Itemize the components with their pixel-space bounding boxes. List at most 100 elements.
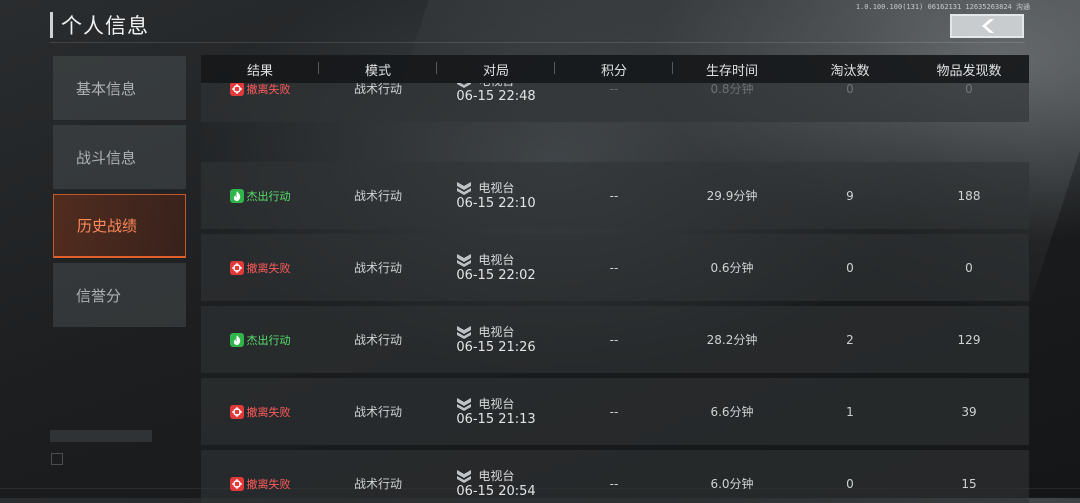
match-date: 06-15 20:54	[456, 483, 536, 499]
match-map: 电视台	[456, 396, 535, 412]
title-accent-bar	[50, 12, 53, 38]
rank-chevron-icon	[457, 83, 472, 88]
result-label: 撤离失败	[246, 261, 291, 275]
rank-chevron-icon	[457, 181, 472, 195]
survival-time-cell: 6.0分钟	[710, 477, 754, 491]
rank-chevron-icon	[457, 469, 472, 483]
header-result: 结果	[201, 60, 319, 79]
rank-chevron-icon	[457, 397, 472, 411]
score-cell: --	[609, 188, 619, 203]
score-cell: --	[609, 332, 619, 347]
kills-cell: 0	[846, 83, 854, 96]
score-cell: --	[609, 83, 619, 96]
rank-chevron-icon	[457, 325, 472, 339]
map-name: 电视台	[478, 324, 515, 339]
match-map: 电视台	[456, 468, 535, 484]
match-date: 06-15 22:10	[456, 195, 536, 211]
survival-time-cell: 6.6分钟	[710, 405, 754, 419]
header-survival-time: 生存时间	[705, 63, 758, 79]
result-cell: 撤离失败	[201, 476, 319, 492]
table-row[interactable]: 杰出行动 战术行动 电视台 06-15 21:26 -- 28.2分钟 2 12…	[201, 306, 1029, 373]
background-faint-panel	[50, 430, 152, 442]
items-found-cell: 188	[957, 188, 981, 203]
result-cell: 撤离失败	[201, 260, 319, 276]
header-kills: 淘汰数	[830, 63, 870, 79]
items-found-cell: 129	[957, 332, 981, 347]
match-history-table: 结果 模式 对局 积分 生存时间 淘汰数 物品发现数 撤离失败 战术行动 电视台	[201, 55, 1029, 503]
result-badge: 杰出行动	[229, 188, 291, 204]
match-date: 06-15 22:02	[456, 267, 536, 283]
result-label: 杰出行动	[246, 189, 291, 203]
header-items-found: 物品发现数	[936, 63, 1002, 79]
flame-icon	[229, 332, 244, 347]
table-row[interactable]: 撤离失败 战术行动 电视台 06-15 21:13 -- 6.6分钟 1 39	[201, 378, 1029, 445]
match-map: 电视台	[456, 252, 535, 268]
result-label: 杰出行动	[246, 333, 291, 347]
header-score: 积分	[555, 60, 673, 79]
result-badge: 撤离失败	[229, 476, 291, 492]
map-name: 电视台	[478, 396, 515, 411]
survival-time-cell: 0.6分钟	[710, 261, 754, 275]
mode-cell: 战术行动	[353, 189, 402, 203]
sidebar: 基本信息 战斗信息 历史战绩 信誉分	[53, 56, 186, 332]
flame-icon	[229, 188, 244, 203]
survival-time-cell: 29.9分钟	[706, 189, 758, 203]
table-row[interactable]: 撤离失败 战术行动 电视台 06-15 22:02 -- 0.6分钟 0 0	[201, 234, 1029, 301]
crosshair-icon	[229, 404, 244, 419]
match-map: 电视台	[456, 324, 535, 340]
mode-cell: 战术行动	[353, 405, 402, 419]
header-mode: 模式	[319, 60, 437, 79]
table-row[interactable]: 杰出行动 战术行动 电视台 06-15 22:10 -- 29.9分钟 9 18…	[201, 162, 1029, 229]
match-map: 电视台	[456, 180, 535, 196]
crosshair-icon	[229, 260, 244, 275]
items-found-cell: 0	[965, 260, 973, 275]
back-button[interactable]	[950, 14, 1024, 38]
result-label: 撤离失败	[246, 83, 291, 96]
match-date: 06-15 21:26	[456, 339, 536, 355]
table-row[interactable]: 撤离失败 战术行动 电视台 06-15 22:48 -- 0.8分钟 0 0	[201, 83, 1029, 122]
match-date: 06-15 21:13	[456, 411, 536, 427]
kills-cell: 9	[846, 188, 854, 203]
items-found-cell: 0	[965, 83, 973, 96]
score-cell: --	[609, 404, 619, 419]
kills-cell: 1	[846, 404, 854, 419]
mode-cell: 战术行动	[353, 333, 402, 347]
kills-cell: 0	[846, 476, 854, 491]
match-cell: 电视台 06-15 21:13	[437, 396, 555, 428]
mode-cell: 战术行动	[353, 83, 402, 96]
survival-time-cell: 0.8分钟	[710, 83, 754, 96]
match-cell: 电视台 06-15 22:10	[437, 180, 555, 212]
result-badge: 撤离失败	[229, 404, 291, 420]
result-cell: 撤离失败	[201, 404, 319, 420]
sidebar-item-credit-score[interactable]: 信誉分	[53, 263, 186, 327]
mode-cell: 战术行动	[353, 261, 402, 275]
result-badge: 撤离失败	[229, 83, 291, 97]
result-badge: 撤离失败	[229, 260, 291, 276]
match-cell: 电视台 06-15 21:26	[437, 324, 555, 356]
items-found-cell: 39	[961, 404, 977, 419]
result-cell: 撤离失败	[201, 83, 319, 97]
rank-chevron-icon	[457, 253, 472, 267]
match-date: 06-15 22:48	[456, 88, 536, 104]
sidebar-item-match-history[interactable]: 历史战绩	[53, 194, 186, 258]
build-info: 1.0.100.100(131) 06162131 12635263824 沟通	[855, 3, 1030, 11]
map-name: 电视台	[478, 180, 515, 195]
crosshair-icon	[229, 83, 244, 96]
score-cell: --	[609, 476, 619, 491]
map-name: 电视台	[478, 83, 514, 89]
items-found-cell: 15	[961, 476, 977, 491]
table-row[interactable]: 撤离失败 战术行动 电视台 06-15 20:54 -- 6.0分钟 0 15	[201, 450, 1029, 503]
result-cell: 杰出行动	[201, 332, 319, 348]
sidebar-item-combat-info[interactable]: 战斗信息	[53, 125, 186, 189]
map-name: 电视台	[478, 468, 515, 483]
sidebar-item-basic-info[interactable]: 基本信息	[53, 56, 186, 120]
result-label: 撤离失败	[246, 405, 291, 419]
kills-cell: 2	[846, 332, 854, 347]
match-cell: 电视台 06-15 22:48	[437, 83, 555, 105]
chevron-left-icon	[982, 19, 994, 33]
result-label: 撤离失败	[246, 477, 291, 491]
header-match: 对局	[437, 60, 555, 79]
table-body: 撤离失败 战术行动 电视台 06-15 22:48 -- 0.8分钟 0 0	[201, 83, 1029, 503]
result-cell: 杰出行动	[201, 188, 319, 204]
match-cell: 电视台 06-15 22:02	[437, 252, 555, 284]
